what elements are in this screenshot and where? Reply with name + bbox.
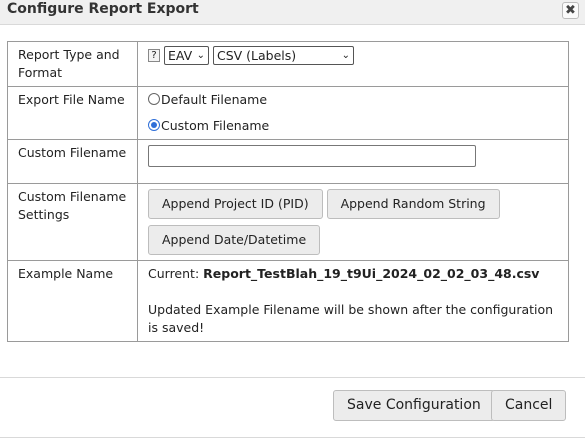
report-type-select[interactable]: EAV ⌄ [163,46,209,65]
example-current-prefix: Current: [148,266,200,281]
label-export-file-name: Export File Name [7,86,138,140]
label-custom-filename: Custom Filename [7,139,138,184]
footer-divider [0,377,585,378]
report-type-selected: EAV [167,48,193,63]
append-random-string-button[interactable]: Append Random String [326,189,500,219]
export-format-select[interactable]: CSV (Labels) ⌄ [212,46,354,65]
row-custom-filename: Custom Filename [7,139,569,184]
label-example-name: Example Name [7,260,138,342]
row-custom-filename-settings: Custom Filename Settings Append Project … [7,183,569,261]
row-example-name: Example Name Current: Report_TestBlah_19… [7,260,569,342]
example-current-filename: Report_TestBlah_19_t9Ui_2024_02_02_03_48… [203,266,540,281]
footer-bottom-border [0,437,585,438]
custom-filename-input[interactable] [148,145,476,167]
radio-default-filename[interactable]: Default Filename [148,89,558,109]
radio-custom-filename-control[interactable] [148,119,160,131]
example-current: Current: Report_TestBlah_19_t9Ui_2024_02… [148,265,558,283]
export-format-selected: CSV (Labels) [216,48,297,63]
close-icon[interactable]: ✖ [562,2,579,19]
export-config-table: Report Type and Format ? EAV ⌄ CSV (Labe… [7,41,569,342]
value-example-name: Current: Report_TestBlah_19_t9Ui_2024_02… [137,260,569,342]
chevron-down-icon: ⌄ [196,50,205,61]
radio-custom-filename[interactable]: Custom Filename [148,115,558,135]
radio-default-filename-label: Default Filename [161,91,268,107]
append-datetime-button[interactable]: Append Date/Datetime [148,225,321,255]
help-icon[interactable]: ? [148,49,160,62]
configure-report-export-dialog: Configure Report Export ✖ Report Type an… [0,0,585,439]
value-custom-filename [137,139,569,184]
row-report-type-format: Report Type and Format ? EAV ⌄ CSV (Labe… [7,41,569,87]
save-configuration-button[interactable]: Save Configuration [333,390,495,421]
cancel-button[interactable]: Cancel [491,390,567,421]
dialog-titlebar: Configure Report Export ✖ [0,0,585,25]
example-note: Updated Example Filename will be shown a… [148,302,554,335]
append-buttons-row: Append Project ID (PID) Append Random St… [148,189,558,219]
radio-custom-filename-label: Custom Filename [161,117,270,133]
chevron-down-icon: ⌄ [341,50,350,61]
label-custom-filename-settings: Custom Filename Settings [7,183,138,261]
radio-default-filename-control[interactable] [148,93,160,105]
row-export-file-name: Export File Name Default Filename Custom… [7,86,569,140]
value-custom-filename-settings: Append Project ID (PID) Append Random St… [137,183,569,261]
value-report-type-format: ? EAV ⌄ CSV (Labels) ⌄ [137,41,569,87]
value-export-file-name: Default Filename Custom Filename [137,86,569,140]
dialog-title: Configure Report Export [7,1,199,17]
append-project-id-button[interactable]: Append Project ID (PID) [148,189,323,219]
label-report-type-format: Report Type and Format [7,41,138,87]
